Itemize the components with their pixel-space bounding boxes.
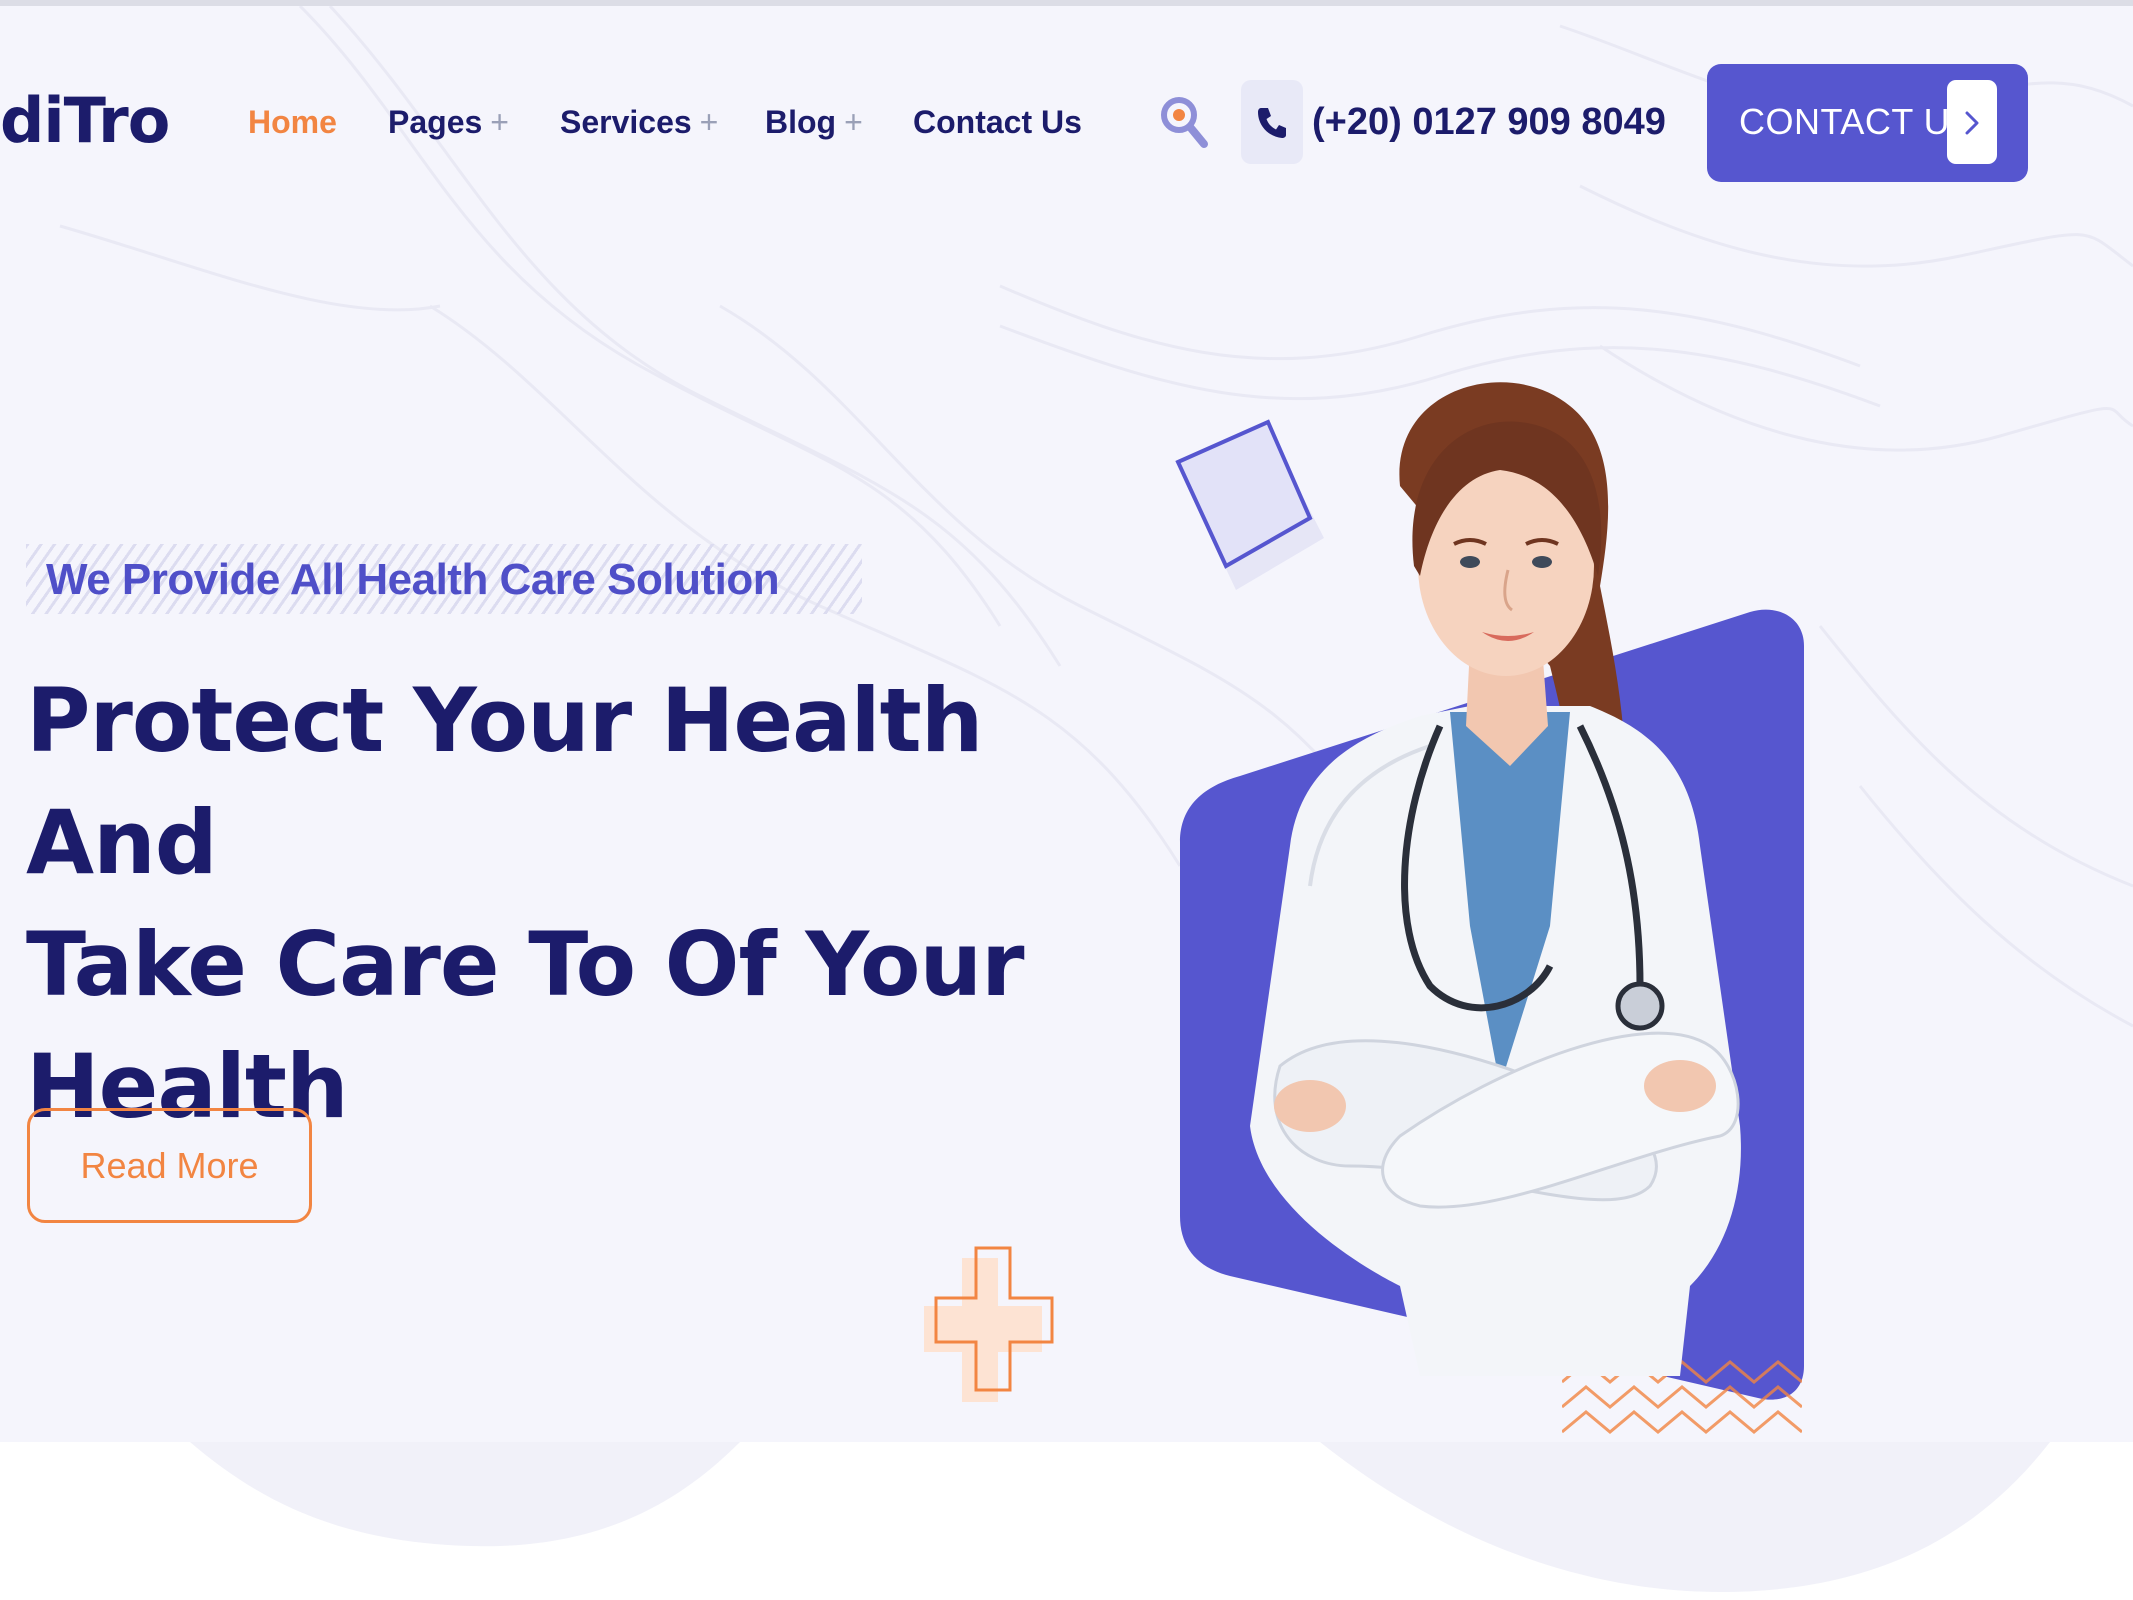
read-more-label: Read More xyxy=(80,1145,259,1186)
contact-us-arrow-box xyxy=(1947,80,1997,164)
below-hero-wave-shapes xyxy=(190,1442,2050,1592)
site-logo[interactable]: diTro xyxy=(0,86,170,156)
nav-item-pages[interactable]: Pages + xyxy=(388,100,509,144)
nav-item-label: Pages xyxy=(388,104,483,140)
read-more-button[interactable]: Read More xyxy=(27,1108,312,1223)
nav-item-blog[interactable]: Blog + xyxy=(765,100,863,144)
phone-icon xyxy=(1258,108,1286,138)
page: diTro Home Pages + Services + Blog + Contac… xyxy=(0,0,2133,1600)
plus-icon: + xyxy=(844,104,863,140)
hero-section: diTro Home Pages + Services + Blog + Contac… xyxy=(0,6,2133,1442)
medical-cross-decoration xyxy=(924,1246,1054,1402)
hero-headline: Protect Your Health And Take Care To Of … xyxy=(26,660,1126,1148)
tagline-banner: We Provide All Health Care Solution xyxy=(26,544,862,614)
plus-icon: + xyxy=(490,104,509,140)
contact-us-button-label: CONTACT US xyxy=(1739,101,1975,142)
nav-item-contact-us[interactable]: Contact Us xyxy=(913,100,1082,144)
hero-headline-line: Take Care To Of Your xyxy=(26,913,1025,1016)
hero-headline-line: Protect Your Health And xyxy=(26,669,983,894)
nav-item-services[interactable]: Services + xyxy=(560,100,718,144)
doctor-image xyxy=(1250,382,1741,1376)
below-hero-section xyxy=(0,1442,2133,1600)
nav-item-label: Contact Us xyxy=(913,104,1082,140)
phone-icon-box xyxy=(1241,80,1303,164)
search-button[interactable] xyxy=(1158,94,1210,150)
phone-number[interactable]: (+20) 0127 909 8049 xyxy=(1312,98,1666,146)
plus-icon: + xyxy=(699,104,719,140)
search-icon xyxy=(1161,97,1208,148)
chevron-right-icon xyxy=(1965,111,1979,135)
nav-item-label: Home xyxy=(248,104,337,140)
nav-item-home[interactable]: Home xyxy=(248,100,337,144)
nav-item-label: Services xyxy=(560,104,692,140)
nav-item-label: Blog xyxy=(765,104,837,140)
hero-tagline: We Provide All Health Care Solution xyxy=(46,555,780,604)
contact-us-button[interactable]: CONTACT US xyxy=(1707,64,2028,182)
